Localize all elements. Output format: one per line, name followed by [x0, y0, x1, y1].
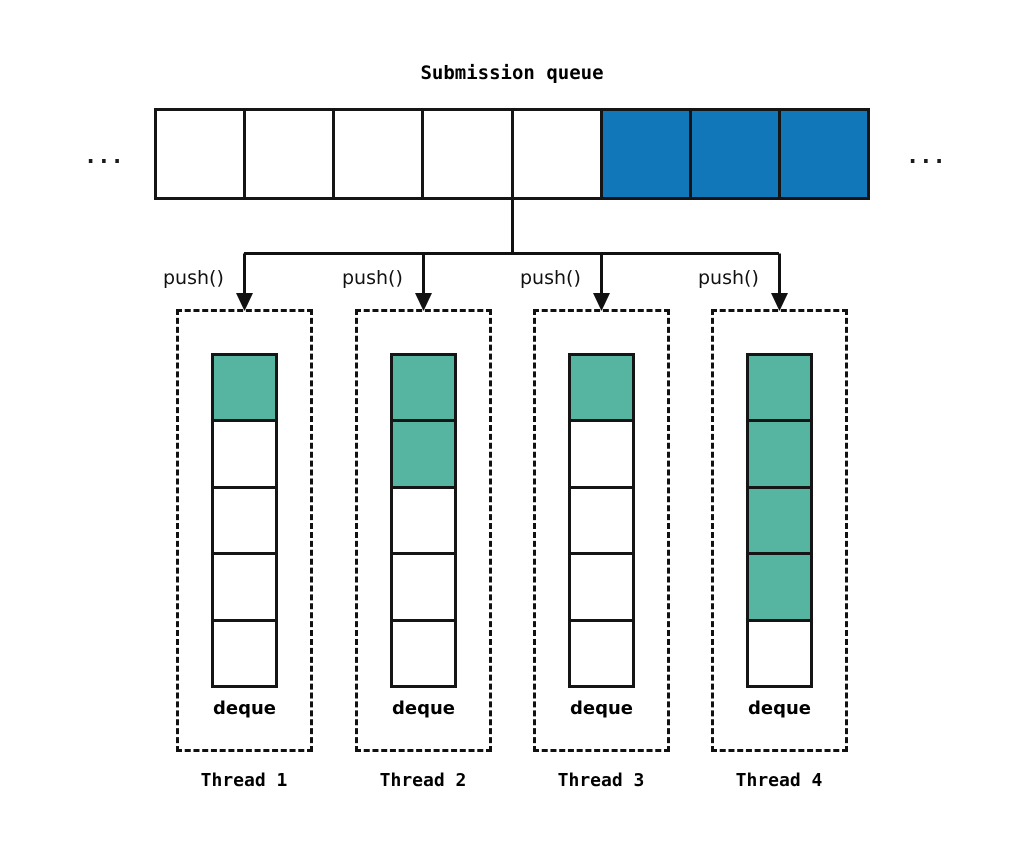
queue-cell-5 — [513, 111, 603, 197]
page-title: Submission queue — [420, 62, 604, 84]
deque-4-cell-2 — [749, 422, 810, 489]
deque-3-cell-5 — [571, 621, 632, 686]
deque-label-2: deque — [392, 698, 455, 719]
diagram-canvas: Submission queue ... ... push() push() p… — [0, 0, 1024, 857]
deque-2-cell-1 — [393, 356, 454, 423]
deque-3-cell-3 — [571, 488, 632, 556]
deque-1-cell-2 — [214, 422, 275, 489]
queue-cell-2 — [246, 111, 336, 197]
deque-label-4: deque — [748, 698, 811, 719]
deque-2-cell-3 — [393, 488, 454, 556]
push-arrow-4 — [771, 253, 788, 311]
queue-cell-4 — [424, 111, 514, 197]
deque-1 — [211, 353, 278, 688]
queue-cell-8 — [780, 111, 867, 197]
push-label-4: push() — [698, 267, 759, 289]
push-arrow-2 — [415, 253, 432, 311]
push-arrow-3 — [593, 253, 610, 311]
deque-3 — [568, 353, 635, 688]
deque-2-cell-2 — [393, 422, 454, 489]
deque-2 — [390, 353, 457, 688]
deque-4-cell-3 — [749, 488, 810, 556]
deque-1-cell-4 — [214, 555, 275, 622]
queue-cell-1 — [157, 111, 247, 197]
deque-2-cell-4 — [393, 555, 454, 622]
deque-label-3: deque — [570, 698, 633, 719]
thread-label-4: Thread 4 — [735, 770, 823, 791]
submission-queue — [154, 108, 870, 200]
thread-label-1: Thread 1 — [200, 770, 288, 791]
push-label-1: push() — [163, 267, 224, 289]
push-label-2: push() — [342, 267, 403, 289]
deque-3-cell-1 — [571, 356, 632, 423]
deque-2-cell-5 — [393, 621, 454, 686]
ellipsis-right: ... — [906, 144, 946, 169]
push-arrow-1 — [236, 253, 253, 311]
ellipsis-left: ... — [84, 144, 124, 169]
deque-4-cell-1 — [749, 356, 810, 423]
deque-1-cell-5 — [214, 621, 275, 686]
thread-label-2: Thread 2 — [379, 770, 467, 791]
push-label-3: push() — [520, 267, 581, 289]
deque-1-cell-1 — [214, 356, 275, 423]
deque-1-cell-3 — [214, 488, 275, 556]
deque-4-cell-5 — [749, 621, 810, 686]
thread-label-3: Thread 3 — [557, 770, 645, 791]
queue-cell-6 — [602, 111, 692, 197]
deque-label-1: deque — [213, 698, 276, 719]
deque-4 — [746, 353, 813, 688]
deque-4-cell-4 — [749, 555, 810, 622]
deque-3-cell-2 — [571, 422, 632, 489]
deque-3-cell-4 — [571, 555, 632, 622]
queue-cell-7 — [691, 111, 781, 197]
queue-cell-3 — [335, 111, 425, 197]
